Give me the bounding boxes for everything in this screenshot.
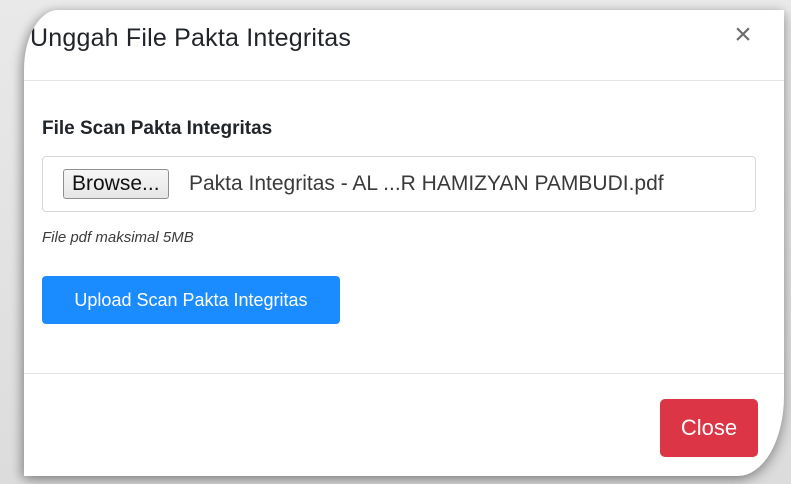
file-input[interactable]: Browse... Pakta Integritas - AL ...R HAM…	[42, 156, 756, 212]
modal-title: Unggah File Pakta Integritas	[30, 24, 352, 52]
upload-modal: Unggah File Pakta Integritas × File Scan…	[24, 10, 784, 476]
modal-footer: Close	[24, 373, 784, 476]
close-icon[interactable]: ×	[728, 18, 758, 52]
upload-button[interactable]: Upload Scan Pakta Integritas	[42, 276, 340, 324]
file-help-text: File pdf maksimal 5MB	[42, 229, 194, 246]
selected-file-name: Pakta Integritas - AL ...R HAMIZYAN PAMB…	[189, 172, 664, 195]
browse-button[interactable]: Browse...	[63, 169, 169, 199]
close-button[interactable]: Close	[660, 399, 758, 457]
modal-header: Unggah File Pakta Integritas ×	[24, 10, 784, 81]
file-field-label: File Scan Pakta Integritas	[42, 118, 273, 139]
